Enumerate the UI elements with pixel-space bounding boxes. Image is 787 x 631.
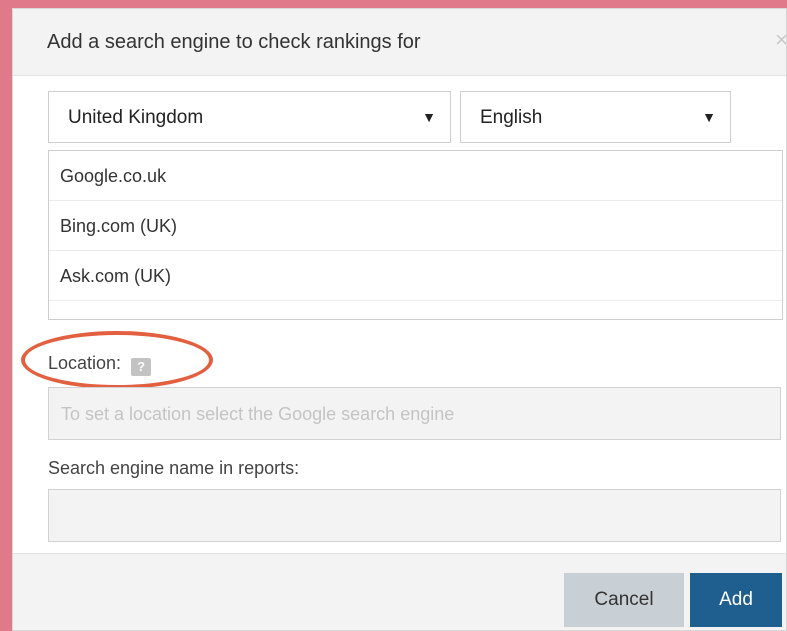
- help-icon[interactable]: ?: [131, 358, 152, 376]
- chevron-down-icon: ▼: [422, 109, 436, 125]
- location-input-placeholder: To set a location select the Google sear…: [61, 404, 455, 424]
- list-item-bing-uk[interactable]: Bing.com (UK): [49, 201, 782, 251]
- add-search-engine-dialog: Add a search engine to check rankings fo…: [12, 8, 787, 631]
- country-select[interactable]: United Kingdom ▼: [48, 91, 451, 143]
- location-label-row: Location:?: [48, 353, 152, 376]
- add-button[interactable]: Add: [690, 573, 782, 627]
- location-input[interactable]: To set a location select the Google sear…: [48, 387, 781, 440]
- country-select-value: United Kingdom: [68, 107, 204, 128]
- list-item-google-co-uk[interactable]: Google.co.uk: [49, 151, 782, 201]
- dialog-header: Add a search engine to check rankings fo…: [13, 9, 786, 76]
- search-engine-list: Google.co.uk Bing.com (UK) Ask.com (UK): [48, 150, 783, 320]
- location-label: Location:: [48, 353, 122, 373]
- dialog-title: Add a search engine to check rankings fo…: [47, 31, 421, 53]
- language-select[interactable]: English ▼: [460, 91, 731, 143]
- report-name-label: Search engine name in reports:: [48, 458, 300, 478]
- language-select-value: English: [480, 107, 543, 128]
- list-item-ask-uk[interactable]: Ask.com (UK): [49, 251, 782, 301]
- close-icon[interactable]: ×: [775, 29, 786, 51]
- report-name-input[interactable]: [48, 489, 781, 542]
- dialog-footer: Cancel Add: [13, 553, 786, 630]
- chevron-down-icon: ▼: [702, 109, 716, 125]
- cancel-button[interactable]: Cancel: [564, 573, 684, 627]
